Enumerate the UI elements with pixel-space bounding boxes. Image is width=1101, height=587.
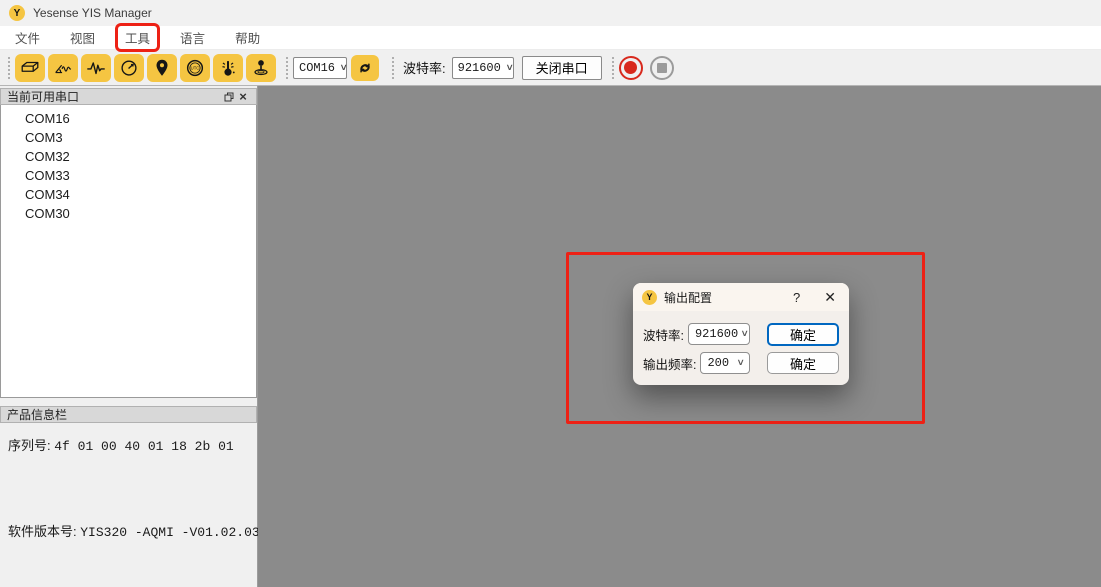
dialog-freq-combo[interactable]: 200 ∨ [700,352,750,374]
product-info-body: 序列号: 4f 01 00 40 01 18 2b 01 软件版本号: YIS3… [0,423,257,540]
software-version-label: 软件版本号: [8,524,77,539]
port-list-item[interactable]: COM32 [1,147,256,166]
menu-help[interactable]: 帮助 [228,26,267,49]
location-button[interactable] [147,54,177,82]
menu-language[interactable]: 语言 [173,26,212,49]
vibration-thermometer-icon [217,57,239,79]
chevron-down-icon: ∨ [737,358,745,368]
serial-panel-title: 当前可用串口 [7,88,79,105]
close-serial-button[interactable]: 关闭串口 [522,56,602,80]
utc-clock-icon: UTC [184,57,206,79]
toolbar-drag-handle[interactable] [6,55,12,81]
output-config-dialog: Y 输出配置 ? ✕ 波特率: 921600 ∨ 确定 输出频率: 200 ∨ … [633,283,849,385]
svg-text:UTC: UTC [191,65,200,70]
window-title: Yesense YIS Manager [33,6,152,20]
refresh-ports-button[interactable] [351,55,379,81]
gauge-icon [118,57,140,79]
left-dock: 当前可用串口 × COM16COM3COM32COM33COM34COM30 产… [0,86,258,587]
dialog-freq-label: 输出频率: [643,354,696,373]
menu-tools[interactable]: 工具 [118,26,157,49]
dialog-title: 输出配置 [664,289,712,306]
output-freq-row: 输出频率: 200 ∨ 确定 [643,351,839,375]
waveform-button[interactable] [81,54,111,82]
dialog-help-button[interactable]: ? [793,290,800,305]
confirm-baud-button[interactable]: 确定 [767,323,839,346]
port-list-item[interactable]: COM16 [1,109,256,128]
angle-wave-button[interactable] [48,54,78,82]
port-list-item[interactable]: COM3 [1,128,256,147]
3d-cube-button[interactable] [15,54,45,82]
port-list-item[interactable]: COM33 [1,166,256,185]
serial-number-value: 4f 01 00 40 01 18 2b 01 [54,439,233,454]
com-port-value: COM16 [299,61,335,75]
angle-wave-icon [52,57,74,79]
dialog-baud-combo[interactable]: 921600 ∨ [688,323,750,345]
baud-group-drag-handle[interactable] [390,55,396,81]
chevron-down-icon: ∨ [506,63,514,73]
record-group-drag-handle[interactable] [610,55,616,81]
location-pin-icon [151,57,173,79]
application-window: Y Yesense YIS Manager 文件 视图 工具 语言 帮助 UTC [0,0,1101,587]
utc-clock-button[interactable]: UTC [180,54,210,82]
software-version-value: YIS320 -AQMI -V01.02.03; [80,525,267,540]
stop-button[interactable] [650,56,674,80]
chevron-down-icon: ∨ [340,63,348,73]
software-version-row: 软件版本号: YIS320 -AQMI -V01.02.03; [8,521,249,540]
serial-number-label: 序列号: [8,438,51,453]
stop-icon [657,63,667,73]
serial-panel-header: 当前可用串口 × [0,88,257,105]
menu-file[interactable]: 文件 [8,26,47,49]
dialog-baud-value: 921600 [695,327,738,341]
port-list-item[interactable]: COM30 [1,204,256,223]
port-group-drag-handle[interactable] [284,55,290,81]
record-icon [624,61,637,74]
menubar: 文件 视图 工具 语言 帮助 [0,26,1101,50]
close-panel-button[interactable]: × [236,90,250,104]
product-panel-title: 产品信息栏 [7,406,67,423]
dialog-logo-icon: Y [642,290,657,305]
gauge-button[interactable] [114,54,144,82]
product-panel-header: 产品信息栏 [0,406,257,423]
record-button[interactable] [619,56,643,80]
waveform-icon [85,57,107,79]
port-list-item[interactable]: COM34 [1,185,256,204]
dialog-body: 波特率: 921600 ∨ 确定 输出频率: 200 ∨ 确定 [633,311,849,375]
content-area: 当前可用串口 × COM16COM3COM32COM33COM34COM30 产… [0,86,1101,587]
serial-number-row: 序列号: 4f 01 00 40 01 18 2b 01 [8,435,249,454]
toolbar: UTC COM16 ∨ 波特率: 921600 ∨ 关闭串口 [0,50,1101,86]
baud-rate-combo[interactable]: 921600 ∨ [452,57,514,79]
sync-arrows-icon [355,58,375,78]
dialog-titlebar: Y 输出配置 ? ✕ [633,283,849,311]
confirm-freq-button[interactable]: 确定 [767,352,839,374]
dialog-close-button[interactable]: ✕ [824,289,836,306]
baud-rate-value: 921600 [458,61,501,75]
joystick-icon [250,57,272,79]
cube-icon [19,57,41,79]
app-logo-icon: Y [9,5,25,21]
float-panel-button[interactable] [222,90,236,104]
dialog-freq-value: 200 [707,356,729,370]
joystick-button[interactable] [246,54,276,82]
baud-rate-label: 波特率: [403,58,446,77]
com-port-combo[interactable]: COM16 ∨ [293,57,347,79]
titlebar: Y Yesense YIS Manager [0,0,1101,26]
menu-view[interactable]: 视图 [63,26,102,49]
baud-rate-row: 波特率: 921600 ∨ 确定 [643,322,839,346]
port-list: COM16COM3COM32COM33COM34COM30 [0,105,257,398]
chevron-down-icon: ∨ [741,329,749,339]
vibration-temp-button[interactable] [213,54,243,82]
dialog-baud-label: 波特率: [643,325,684,344]
